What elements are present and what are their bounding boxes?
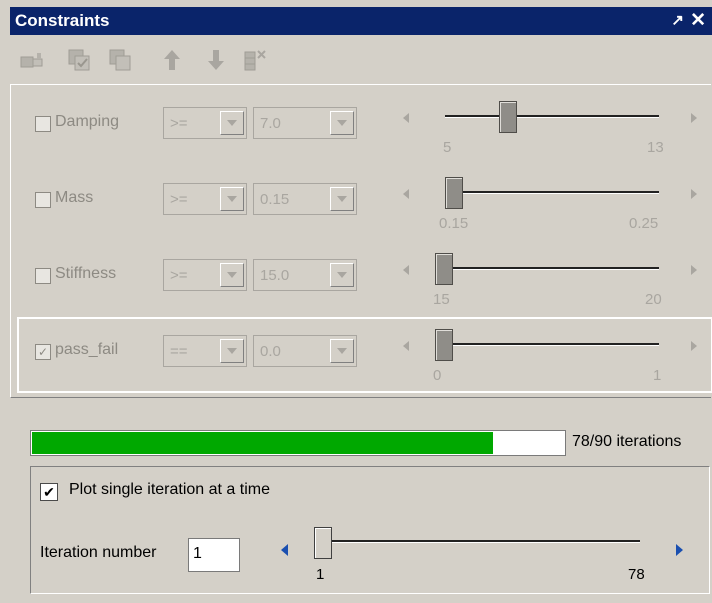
pin-icon[interactable]: ↗ [671, 11, 684, 29]
move-up-icon[interactable] [158, 46, 186, 74]
operator-combo[interactable]: == [163, 335, 247, 367]
slider-right-arrow-icon[interactable] [691, 189, 697, 199]
plot-single-checkbox[interactable]: ✔ [40, 483, 58, 501]
value-combo[interactable]: 15.0 [253, 259, 357, 291]
dropdown-arrow-icon[interactable] [220, 111, 244, 135]
iteration-slider-max-label: 78 [628, 566, 645, 583]
copy-checked-icon[interactable] [65, 46, 93, 74]
toolbar [10, 36, 712, 84]
copy-icon[interactable] [106, 46, 134, 74]
constraint-editor-icon[interactable] [18, 46, 46, 74]
constraint-value: 0.0 [260, 343, 281, 360]
constraint-checkbox[interactable] [35, 116, 51, 132]
iteration-slider-min-label: 1 [316, 566, 325, 583]
constraint-row-pass-fail: ✓ pass_fail == 0.0 0 1 [17, 317, 712, 393]
operator-value: >= [170, 115, 188, 132]
move-down-icon[interactable] [202, 46, 230, 74]
slider-max-label: 13 [647, 139, 664, 156]
slider-thumb[interactable] [435, 329, 453, 361]
iteration-number-input[interactable]: 1 [188, 538, 240, 572]
operator-combo[interactable]: >= [163, 183, 247, 215]
constraint-value: 7.0 [260, 115, 281, 132]
iteration-number-label: Iteration number [40, 544, 157, 561]
value-combo[interactable]: 0.0 [253, 335, 357, 367]
dropdown-arrow-icon[interactable] [330, 111, 354, 135]
operator-combo[interactable]: >= [163, 259, 247, 291]
slider-thumb[interactable] [435, 253, 453, 285]
slider-left-arrow-icon[interactable] [403, 265, 409, 275]
constraint-checkbox[interactable]: ✓ [35, 344, 51, 360]
constraint-checkbox[interactable] [35, 192, 51, 208]
slider-thumb[interactable] [499, 101, 517, 133]
slider-right-arrow-icon[interactable] [691, 341, 697, 351]
progress-fill [32, 432, 493, 454]
iteration-slider-thumb[interactable] [314, 527, 332, 559]
value-combo[interactable]: 0.15 [253, 183, 357, 215]
slider-min-label: 0 [433, 367, 442, 384]
constraint-label: Damping [55, 113, 120, 130]
constraint-label: Mass [55, 189, 94, 206]
slider-min-label: 0.15 [439, 215, 469, 232]
iteration-left-arrow-icon[interactable] [281, 544, 288, 556]
slider-min-label: 5 [443, 139, 452, 156]
constraint-checkbox[interactable] [35, 268, 51, 284]
title-bar: Constraints ↗ ✕ [10, 7, 712, 35]
constraint-row-stiffness: Stiffness >= 15.0 15 20 [17, 241, 709, 309]
progress-text: 78/90 iterations [572, 433, 682, 450]
slider-max-label: 0.25 [629, 215, 659, 232]
iterations-progress-bar [30, 430, 566, 456]
slider-track[interactable] [445, 115, 659, 118]
slider-thumb[interactable] [445, 177, 463, 209]
dropdown-arrow-icon[interactable] [330, 339, 354, 363]
operator-value: >= [170, 267, 188, 284]
slider-right-arrow-icon[interactable] [691, 113, 697, 123]
dropdown-arrow-icon[interactable] [220, 187, 244, 211]
dropdown-arrow-icon[interactable] [330, 187, 354, 211]
slider-max-label: 20 [645, 291, 662, 308]
plot-single-label[interactable]: Plot single iteration at a time [69, 481, 270, 499]
close-icon[interactable]: ✕ [690, 9, 706, 32]
dropdown-arrow-icon[interactable] [220, 339, 244, 363]
slider-left-arrow-icon[interactable] [403, 341, 409, 351]
panel-title: Constraints [15, 11, 110, 30]
constraint-row-damping: Damping >= 7.0 5 13 [17, 89, 709, 157]
operator-value: == [170, 343, 188, 360]
slider-max-label: 1 [653, 367, 662, 384]
operator-value: >= [170, 191, 188, 208]
constraints-panel: Constraints ↗ ✕ Damping >= 7.0 5 13 Mass… [0, 0, 712, 603]
constraint-value: 0.15 [260, 191, 290, 208]
constraint-label: pass_fail [55, 341, 119, 358]
value-combo[interactable]: 7.0 [253, 107, 357, 139]
operator-combo[interactable]: >= [163, 107, 247, 139]
slider-track[interactable] [445, 191, 659, 194]
iteration-right-arrow-icon[interactable] [676, 544, 683, 556]
iteration-number-value: 1 [193, 545, 202, 562]
dropdown-arrow-icon[interactable] [220, 263, 244, 287]
slider-track[interactable] [435, 343, 659, 346]
slider-right-arrow-icon[interactable] [691, 265, 697, 275]
delete-column-icon[interactable] [242, 46, 270, 74]
constraint-row-mass: Mass >= 0.15 0.15 0.25 [17, 165, 709, 233]
iteration-slider-track[interactable] [314, 540, 640, 543]
slider-track[interactable] [435, 267, 659, 270]
slider-left-arrow-icon[interactable] [403, 113, 409, 123]
constraint-value: 15.0 [260, 267, 290, 284]
constraint-label: Stiffness [55, 265, 117, 282]
slider-left-arrow-icon[interactable] [403, 189, 409, 199]
constraints-list: Damping >= 7.0 5 13 Mass >= 0.15 0.15 0.… [10, 84, 712, 398]
dropdown-arrow-icon[interactable] [330, 263, 354, 287]
slider-min-label: 15 [433, 291, 450, 308]
